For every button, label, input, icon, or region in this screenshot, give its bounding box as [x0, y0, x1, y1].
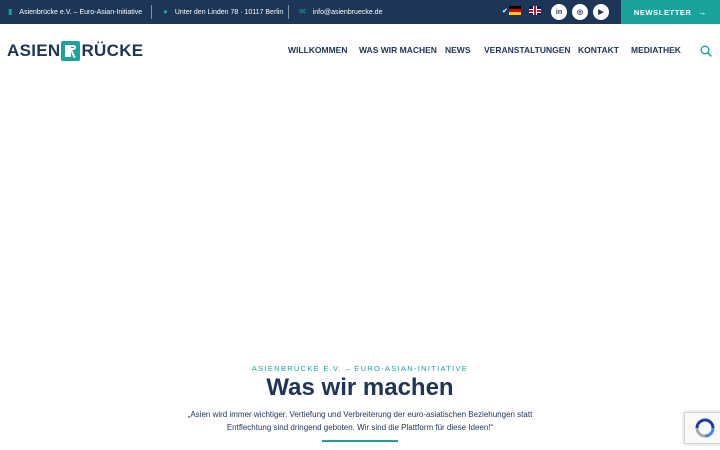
linkedin-icon[interactable]: in	[551, 4, 567, 20]
language-switcher: ✔	[502, 6, 541, 15]
map-pin-icon: ●	[163, 7, 168, 16]
logo-text-left: ASIEN	[7, 41, 61, 60]
nav-item-mediathek[interactable]: MEDIATHEK	[631, 45, 681, 55]
nav-item-was-wir-machen[interactable]: WAS WIR MACHEN	[359, 45, 437, 55]
topbar-address-text: Unter den Linden 78 · 10117 Berlin	[174, 8, 284, 16]
youtube-icon[interactable]: ▶	[593, 4, 609, 20]
nav-item-kontakt[interactable]: KONTAKT	[578, 45, 619, 55]
topbar-divider	[151, 5, 152, 19]
nav-item-willkommen[interactable]: WILLKOMMEN	[288, 45, 348, 55]
nav-item-news[interactable]: NEWS	[445, 45, 471, 55]
recaptcha-icon	[695, 418, 714, 438]
section-eyebrow: ASIENBRÜCKE E.V. – EURO-ASIAN-INITIATIVE	[251, 364, 469, 373]
site-logo[interactable]: ASIEN RÜCKE	[7, 39, 143, 63]
newsletter-label: NEWSLETTER	[633, 7, 692, 17]
topbar-divider	[288, 5, 289, 19]
envelope-icon: ✉	[299, 7, 306, 16]
topbar-address[interactable]: ● Unter den Linden 78 · 10117 Berlin	[163, 0, 283, 24]
topbar-email[interactable]: ✉ info@asienbruecke.de	[299, 0, 382, 24]
recaptcha-badge[interactable]	[684, 412, 720, 444]
topbar-org-text: Asienbrücke e.V. – Euro-Asian-Initiative	[19, 8, 143, 16]
title-underline	[322, 440, 398, 442]
intro-quote-line: „Asien wird immer wichtiger. Vertiefung …	[187, 410, 533, 419]
intro-quote-line: Entflechtung sind dringend geboten. Wir …	[226, 423, 494, 432]
building-icon: ▮	[8, 7, 13, 16]
topbar-email-text: info@asienbruecke.de	[312, 8, 383, 16]
nav-item-veranstaltungen[interactable]: VERANSTALTUNGEN	[484, 45, 571, 55]
intro-quote: „Asien wird immer wichtiger. Vertiefung …	[180, 408, 540, 434]
top-bar: ▮ Asienbrücke e.V. – Euro-Asian-Initiati…	[0, 0, 720, 24]
topbar-org[interactable]: ▮ Asienbrücke e.V. – Euro-Asian-Initiati…	[8, 0, 142, 24]
arrow-right-icon: →	[697, 7, 708, 17]
page-title: Was wir machen	[266, 374, 454, 401]
flag-en-icon[interactable]	[528, 6, 541, 15]
search-icon[interactable]	[700, 45, 712, 57]
logo-text-right: RÜCKE	[81, 41, 144, 60]
active-language-check: ✔	[502, 7, 508, 15]
instagram-icon[interactable]: ◎	[572, 4, 588, 20]
logo-mark-icon	[61, 40, 81, 62]
newsletter-button[interactable]: NEWSLETTER →	[621, 0, 720, 24]
flag-de-icon[interactable]	[508, 6, 521, 15]
